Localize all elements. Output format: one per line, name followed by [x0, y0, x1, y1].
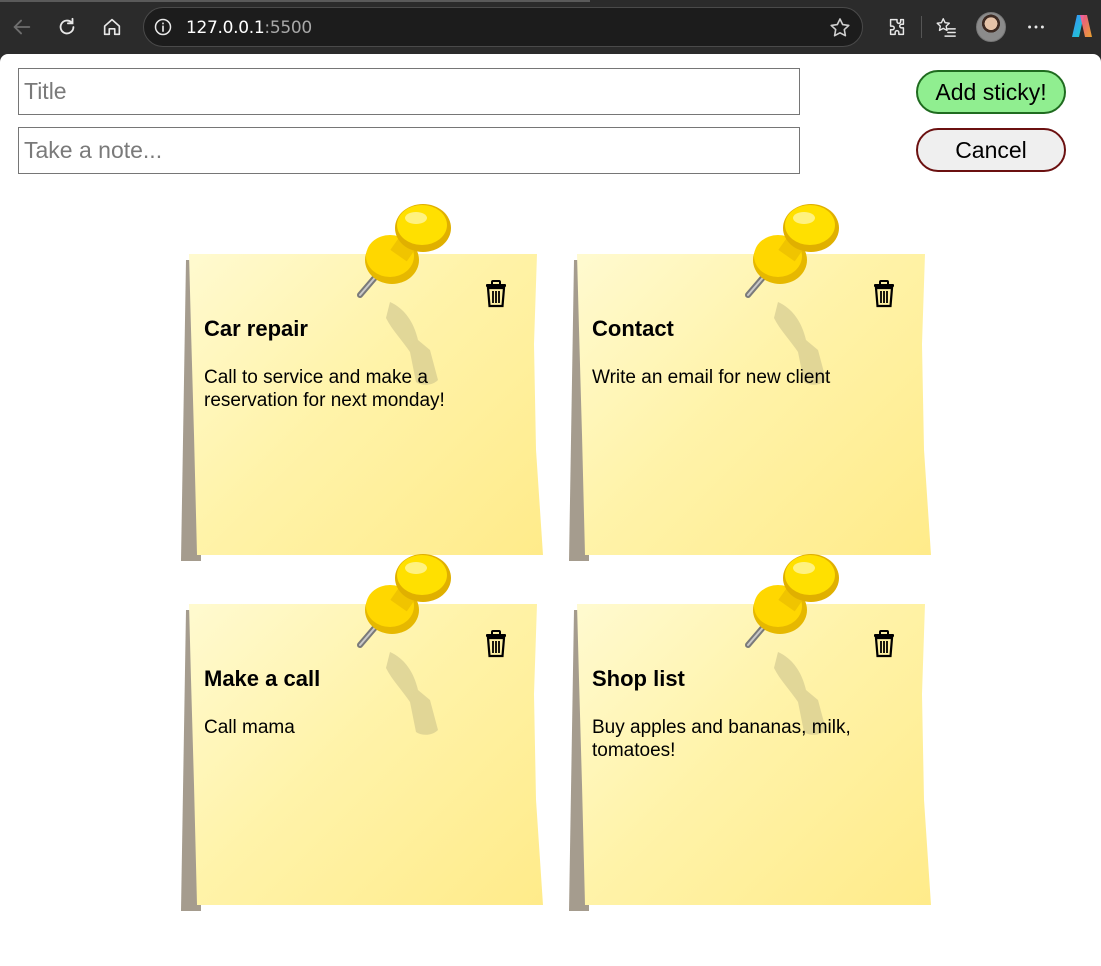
puzzle-icon	[889, 18, 905, 36]
page-content: Add sticky! Cancel Car repair Call to se…	[0, 54, 1101, 966]
trash-icon[interactable]	[484, 630, 508, 658]
sticky-note: Shop list Buy apples and bananas, milk, …	[568, 550, 943, 911]
tab-strip-edge	[0, 0, 590, 2]
arrow-left-icon	[13, 19, 31, 35]
info-icon[interactable]	[153, 17, 173, 37]
note-body: Call to service and make a reservation f…	[204, 367, 445, 411]
url-text[interactable]: 127.0.0.1:5500	[186, 18, 312, 38]
home-icon	[103, 18, 121, 36]
note-body: Call mama	[204, 717, 295, 738]
note-title: Contact	[592, 316, 674, 341]
reload-button[interactable]	[52, 12, 82, 42]
more-dots-icon	[1028, 25, 1044, 29]
note-input[interactable]	[18, 127, 800, 174]
sticky-note: Car repair Call to service and make a re…	[180, 200, 555, 561]
note-title: Make a call	[204, 666, 321, 691]
address-bar[interactable]: 127.0.0.1:5500	[143, 7, 863, 47]
favorite-star-icon[interactable]	[828, 16, 852, 40]
more-menu-button[interactable]	[1021, 12, 1051, 42]
toolbar-divider	[921, 16, 922, 38]
cancel-button[interactable]: Cancel	[916, 128, 1066, 172]
favorites-list-icon	[936, 18, 956, 37]
title-input[interactable]	[18, 68, 800, 115]
favorites-button[interactable]	[931, 12, 961, 42]
back-button[interactable]	[7, 12, 37, 42]
browser-toolbar: 127.0.0.1:5500	[0, 0, 1101, 54]
note-body: Write an email for new client	[592, 367, 831, 388]
sticky-note: Contact Write an email for new client	[568, 200, 943, 561]
add-sticky-button[interactable]: Add sticky!	[916, 70, 1066, 114]
reload-icon	[59, 17, 75, 35]
profile-avatar[interactable]	[976, 12, 1006, 42]
sticky-note: Make a call Call mama	[180, 550, 555, 911]
extensions-button[interactable]	[882, 12, 912, 42]
note-body: Buy apples and bananas, milk, tomatoes!	[592, 717, 851, 761]
url-host: 127.0.0.1	[186, 18, 265, 38]
trash-icon[interactable]	[872, 630, 896, 658]
note-title: Car repair	[204, 316, 308, 341]
copilot-icon[interactable]	[1068, 12, 1096, 40]
url-port: :5500	[264, 18, 312, 38]
note-title: Shop list	[592, 666, 685, 691]
home-button[interactable]	[97, 12, 127, 42]
trash-icon[interactable]	[872, 280, 896, 308]
trash-icon[interactable]	[484, 280, 508, 308]
